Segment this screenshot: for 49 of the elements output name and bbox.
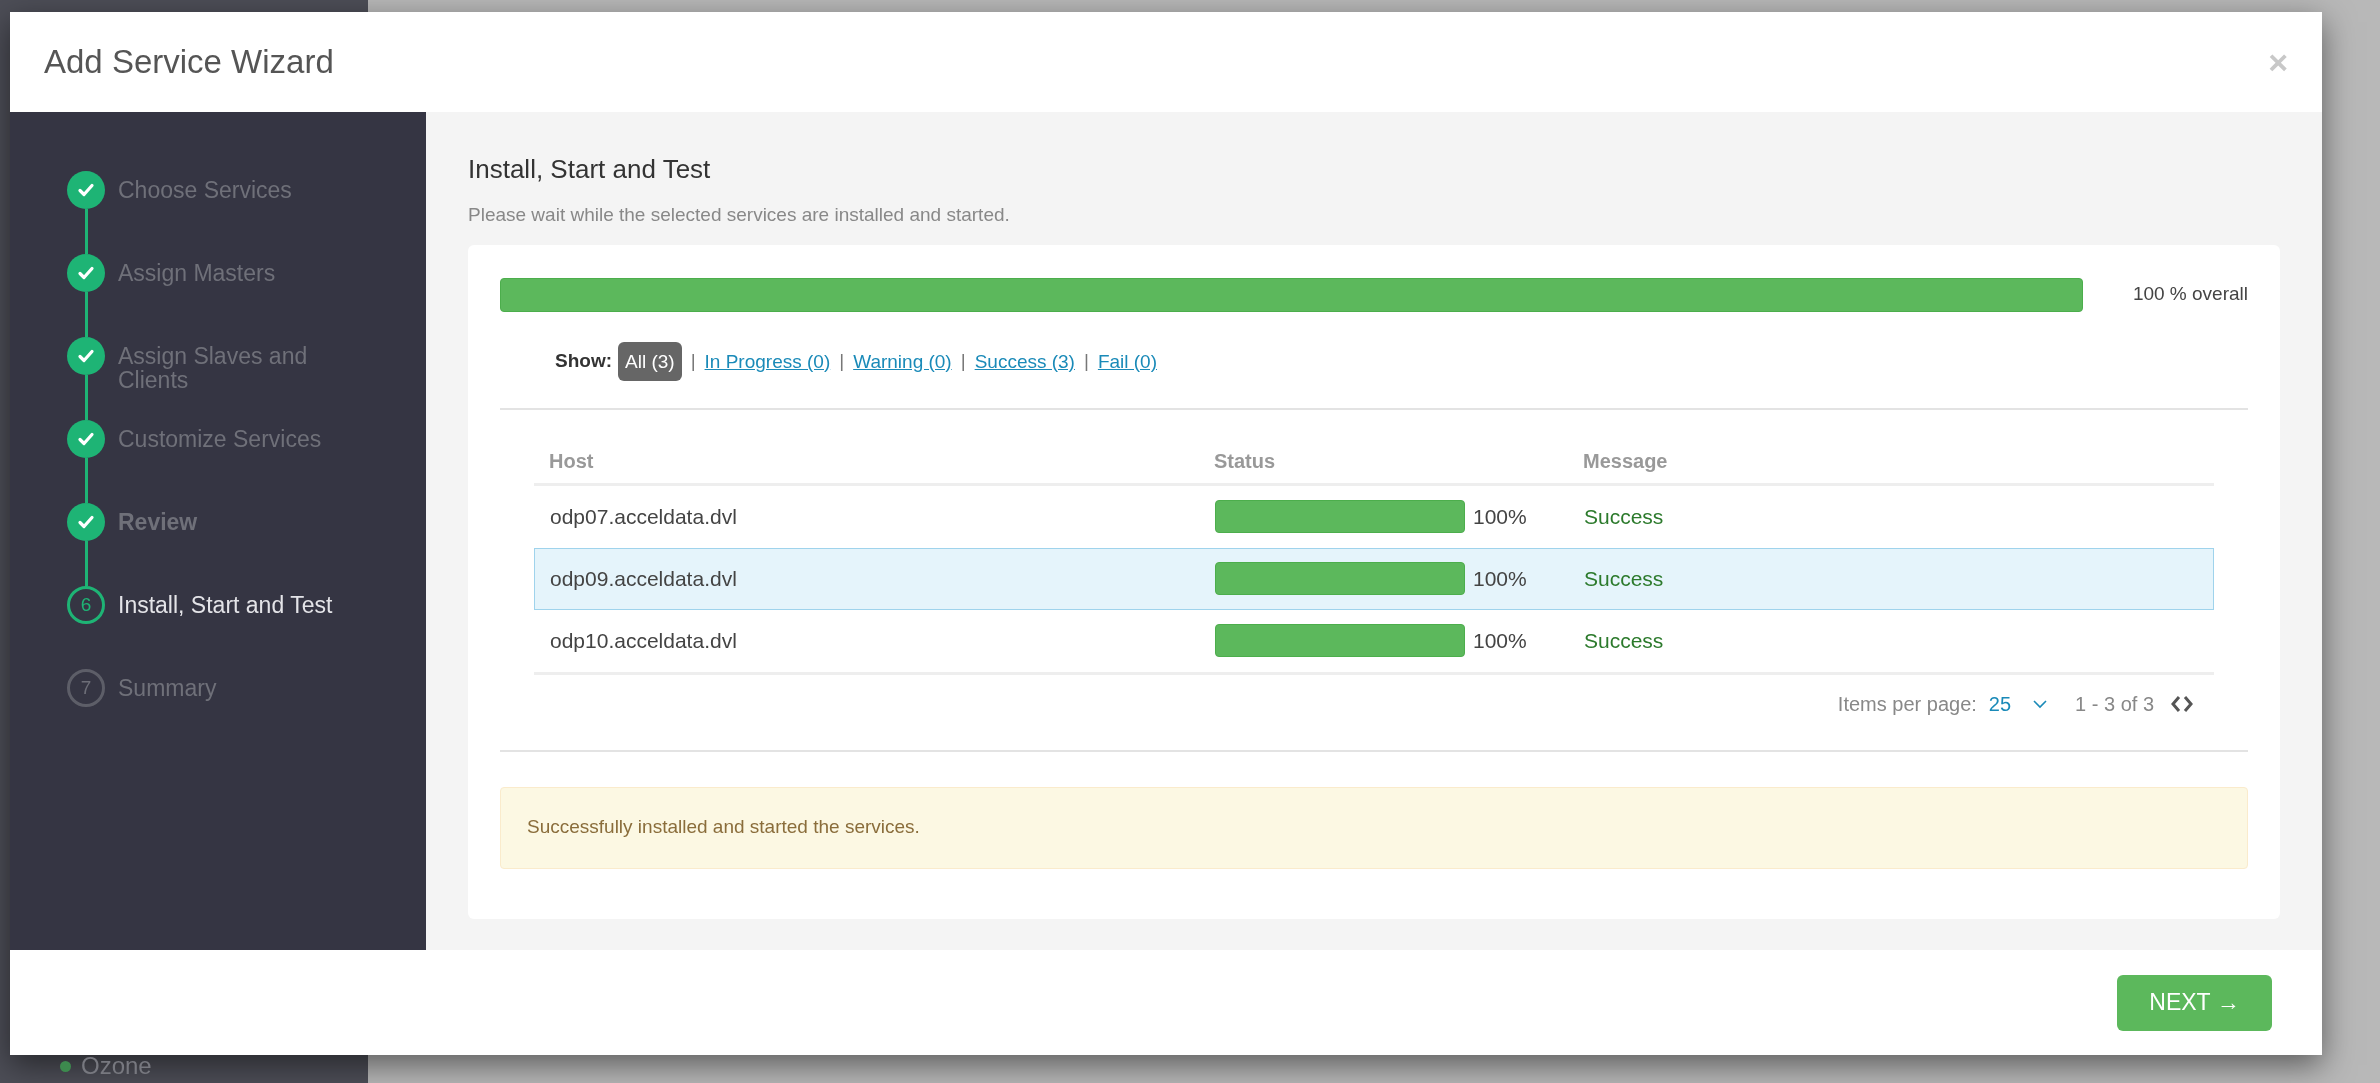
filter-tab[interactable]: Fail (0)	[1097, 351, 1157, 371]
items-per-page-label: Items per page:	[1837, 692, 1977, 717]
status-reading: 100%	[1473, 503, 1527, 530]
message-cell-text: Success	[1584, 565, 1664, 592]
chevron-down-icon	[2033, 699, 2048, 709]
table-row[interactable]: odp09.acceldata.dvl 100% Success	[534, 547, 2214, 610]
wizard-step[interactable]: Assign Slaves and Clients	[118, 337, 358, 420]
wizard-step[interactable]: Choose Services	[118, 171, 358, 254]
previous-page-button[interactable]	[2170, 695, 2181, 713]
chevron-right-icon	[2183, 695, 2194, 713]
status-reading: 100%	[1473, 565, 1527, 592]
table-row[interactable]: odp10.acceldata.dvl 100% Success	[534, 609, 2214, 672]
wizard-step[interactable]: Assign Masters	[118, 254, 358, 337]
status-reading: 100%	[1473, 627, 1527, 654]
section-subtitle: Please wait while the selected services are installed and started.	[468, 203, 1011, 227]
wizard-step[interactable]: Summary	[118, 669, 358, 707]
filter-tab[interactable]: Warning (0)	[853, 351, 952, 371]
message-cell-text: Success	[1584, 503, 1664, 530]
column-header: Host	[549, 449, 595, 474]
filter-tab[interactable]: Success (3)	[974, 351, 1075, 371]
filter-label: Show:	[555, 348, 612, 373]
filter-separator: |	[1083, 348, 1089, 373]
column-header: Message	[1583, 449, 1668, 474]
page-range: 1 - 3 of 3	[2075, 692, 2154, 717]
table-row[interactable]: odp07.acceldata.dvl 100% Success	[534, 485, 2214, 548]
column-header: Status	[1214, 449, 1277, 474]
host-cell-text: odp10.acceldata.dvl	[550, 627, 738, 654]
filter-separator: |	[839, 348, 845, 373]
wizard-step[interactable]: Customize Services	[118, 420, 358, 503]
chevron-left-icon	[2170, 695, 2181, 713]
wizard-step[interactable]: Review	[118, 503, 358, 586]
sidebar-item: Ozone	[81, 1051, 152, 1081]
filter-separator: |	[960, 348, 966, 373]
filter-tab[interactable]: In Progress (0)	[704, 351, 831, 371]
success-alert: Successfully installed and started the services.	[500, 786, 2248, 869]
filter-separator: |	[690, 348, 696, 373]
dialog-title: Add Service Wizard	[44, 42, 334, 83]
filter-tab[interactable]: All (3)	[618, 341, 682, 381]
step-number: 7	[67, 669, 105, 707]
host-cell-text: odp07.acceldata.dvl	[550, 503, 738, 530]
next-page-button[interactable]	[2183, 695, 2194, 713]
overall-progress-reading: 100 % overall	[2131, 282, 2248, 307]
next-button[interactable]: NEXT →	[2117, 974, 2272, 1031]
items-per-page-select[interactable]: 25	[1988, 689, 2048, 719]
wizard-step[interactable]: Install, Start and Test	[118, 586, 358, 669]
message-cell-text: Success	[1584, 627, 1664, 654]
host-cell-text: odp09.acceldata.dvl	[550, 565, 738, 592]
section-heading: Install, Start and Test	[468, 153, 712, 186]
step-number: 6	[67, 586, 105, 624]
